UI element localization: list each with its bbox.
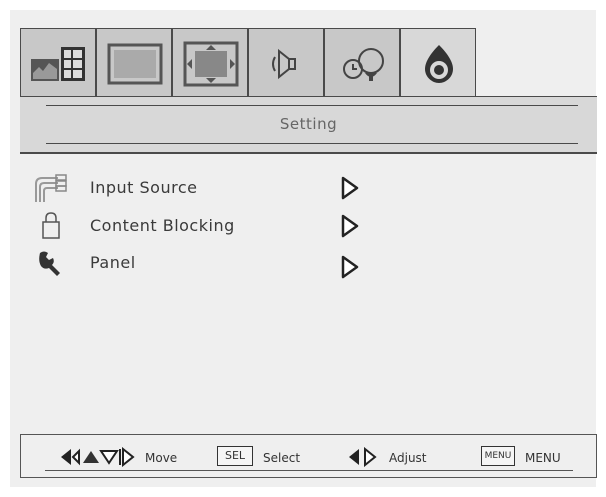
picture-in-picture-icon [31,47,85,81]
tab-time[interactable] [324,28,400,98]
setting-icon [425,45,453,83]
arrow-right-icon [341,176,359,200]
screen-icon [107,43,163,85]
footer-rule [45,470,573,471]
menu-item-input-source[interactable]: Input Source [30,172,370,202]
move-label: Move [145,451,178,465]
tab-bar [20,28,600,100]
menu-item-label: Input Source [90,178,198,197]
header-rule-top [46,105,578,106]
aspect-ratio-icon [183,41,239,87]
page-title: Setting [279,115,338,133]
tab-setting[interactable] [400,28,476,100]
lock-icon [42,212,60,239]
tab-screen[interactable] [96,28,172,98]
menu-label: MENU [525,451,561,465]
tab-picture-in-picture[interactable] [20,28,96,98]
arrow-right-icon [341,255,359,279]
select-label: Select [263,451,301,465]
header-rule-bottom [46,143,578,144]
direction-arrows-icon [61,447,135,467]
time-clock-icon [343,48,384,81]
tab-audio[interactable] [248,28,324,98]
sel-key: SEL [217,446,253,466]
audio-speaker-icon [272,48,296,80]
section-header: Setting [20,97,597,154]
left-right-arrows-icon [349,447,377,467]
menu-item-label: Panel [90,253,136,272]
footer-help-bar: Move SEL Select Adjust MENU MENU [20,434,597,478]
adjust-label: Adjust [389,451,427,465]
menu-item-label: Content Blocking [90,216,235,235]
arrow-right-icon [341,214,359,238]
menu-item-panel[interactable]: Panel [30,247,370,279]
menu-item-content-blocking[interactable]: Content Blocking [30,210,370,240]
menu-key: MENU [481,446,515,466]
tab-aspect-ratio[interactable] [172,28,248,98]
wrench-icon [39,251,60,276]
input-cables-icon [35,174,67,202]
